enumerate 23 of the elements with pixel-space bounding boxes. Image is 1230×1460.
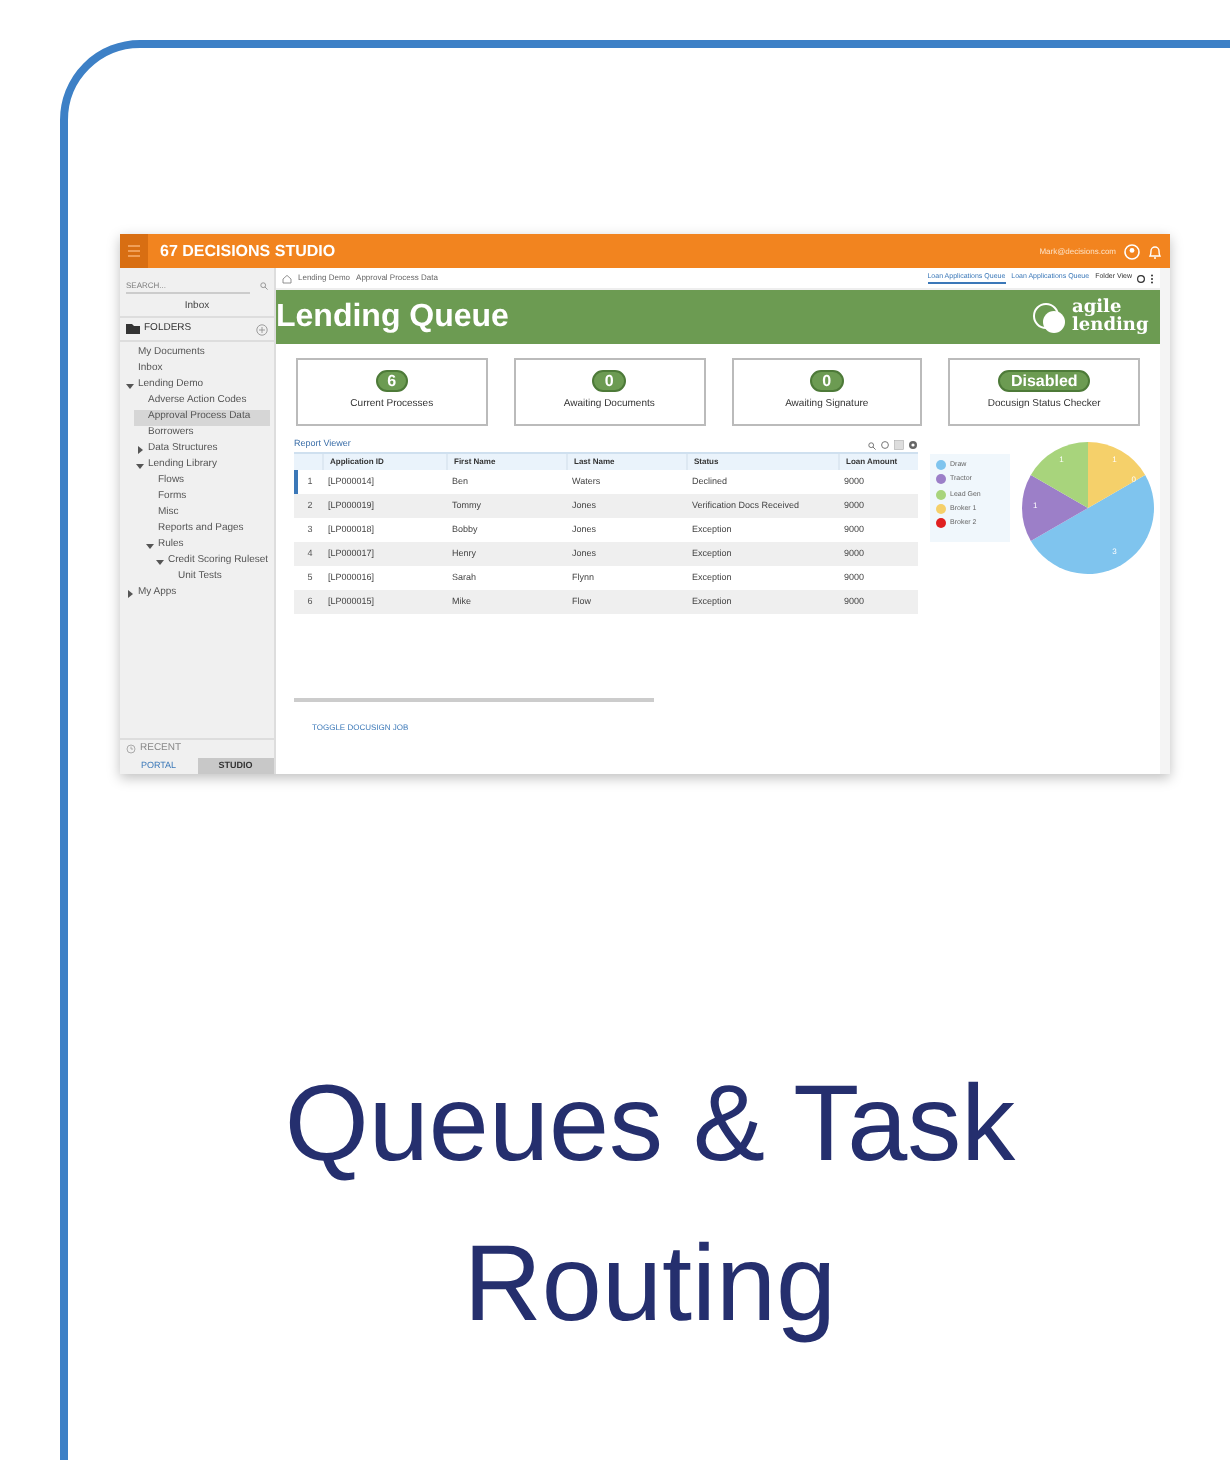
- app-brand: 67 DECISIONS STUDIO: [160, 239, 336, 263]
- caret-icon[interactable]: [136, 446, 144, 454]
- stat-value: 0: [810, 370, 844, 393]
- search-icon[interactable]: [868, 441, 876, 449]
- caret-icon[interactable]: [126, 590, 134, 598]
- stat-value: Disabled: [998, 370, 1090, 393]
- settings-icon[interactable]: [908, 440, 918, 450]
- clock-icon: [126, 744, 136, 754]
- card-title: Queues & Task Routing: [282, 1062, 1018, 1348]
- caret-icon[interactable]: [126, 382, 134, 390]
- user-icon[interactable]: [1124, 243, 1140, 259]
- logo-icon: [1032, 301, 1068, 333]
- logo-text: agile: [1072, 299, 1122, 317]
- folder-icon: [126, 324, 140, 334]
- refresh-icon[interactable]: [1136, 273, 1146, 283]
- stat-value: 6: [375, 370, 409, 393]
- banner-title: Lending Queue: [276, 297, 509, 337]
- caret-icon[interactable]: [136, 462, 144, 470]
- caret-icon[interactable]: [156, 558, 164, 566]
- bell-icon[interactable]: [1148, 243, 1162, 259]
- stat-value: 0: [592, 370, 626, 393]
- home-icon[interactable]: [282, 273, 292, 283]
- caret-icon[interactable]: [146, 542, 154, 550]
